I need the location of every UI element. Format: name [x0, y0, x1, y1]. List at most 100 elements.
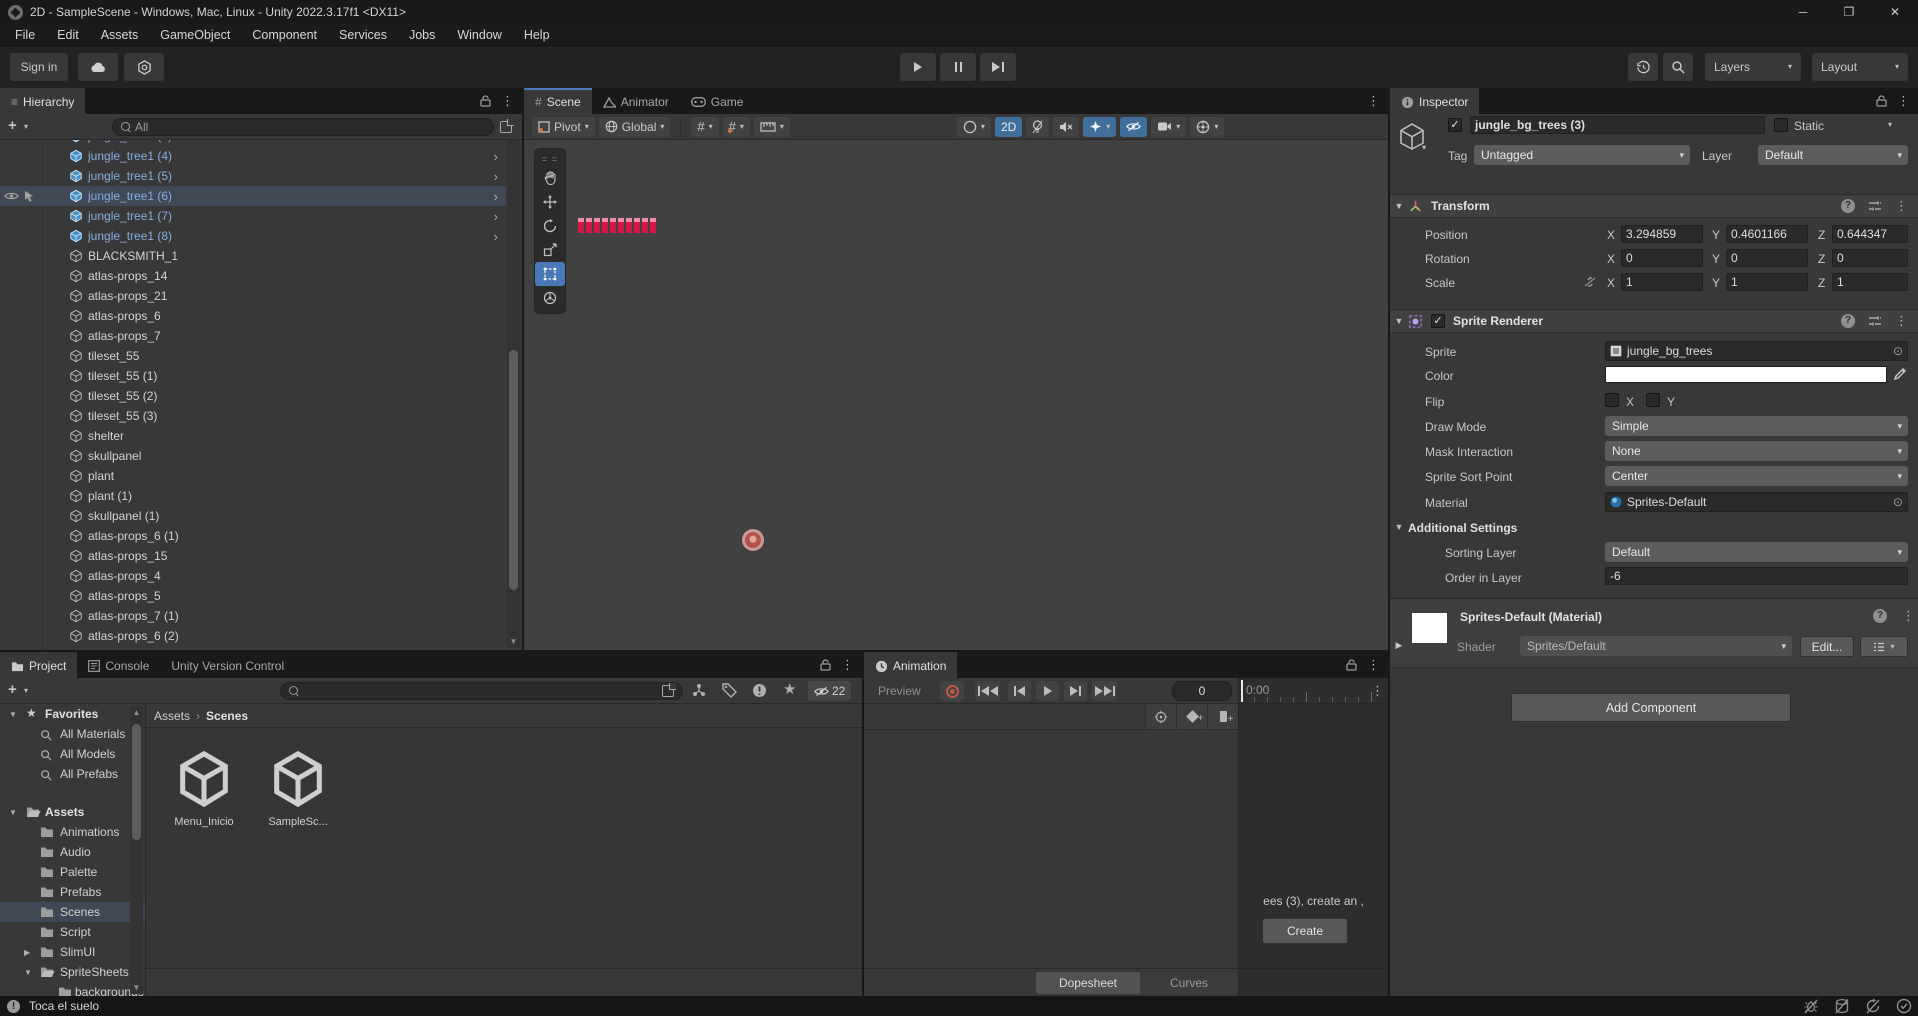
lock-icon[interactable]: [820, 659, 831, 671]
scene-center-gizmo[interactable]: [742, 529, 764, 551]
tab-scene[interactable]: # Scene: [524, 88, 592, 114]
scale-x-input[interactable]: 1: [1621, 273, 1703, 291]
presets-icon[interactable]: [1868, 315, 1882, 327]
pivot-dropdown[interactable]: Pivot▾: [532, 117, 595, 137]
frame-field[interactable]: 0: [1172, 681, 1232, 701]
help-icon[interactable]: ?: [1873, 609, 1887, 623]
gameobject-caret-icon[interactable]: ▾: [1422, 144, 1426, 152]
hierarchy-item[interactable]: atlas-props_4 ›: [0, 566, 506, 586]
hierarchy-item[interactable]: jungle_tree1 (4) ›: [0, 146, 506, 166]
shader-list-dropdown[interactable]: ▾: [1860, 636, 1908, 657]
toggle-2d-button[interactable]: 2D: [995, 117, 1022, 137]
kebab-menu-icon[interactable]: ⋮: [1371, 683, 1384, 699]
material-preview-swatch[interactable]: [1412, 613, 1447, 643]
camera-shading-dropdown[interactable]: ▾: [957, 117, 991, 137]
create-button[interactable]: +: [8, 681, 17, 698]
menu-item[interactable]: Edit: [46, 24, 90, 46]
hierarchy-item[interactable]: tileset_55 (2) ›: [0, 386, 506, 406]
status-bar[interactable]: ! Toca el suelo: [0, 996, 1918, 1016]
layers-dropdown[interactable]: Layers▾: [1705, 53, 1801, 81]
hierarchy-item[interactable]: atlas-props_6 (1) ›: [0, 526, 506, 546]
create-caret-icon[interactable]: ▾: [24, 123, 28, 131]
go-to-end-button[interactable]: [1092, 681, 1117, 701]
go-to-start-button[interactable]: [975, 681, 1000, 701]
step-button[interactable]: [980, 53, 1016, 81]
scroll-down-icon[interactable]: ▼: [130, 983, 143, 992]
hierarchy-item[interactable]: atlas-props_7 (1) ›: [0, 606, 506, 626]
hierarchy-item[interactable]: atlas-props_6 (2) ›: [0, 626, 506, 646]
menu-item[interactable]: Services: [328, 24, 398, 46]
kebab-menu-icon[interactable]: ⋮: [1895, 313, 1908, 329]
hierarchy-item[interactable]: jungle_tree1 (8) ›: [0, 226, 506, 246]
layout-dropdown[interactable]: Layout▾: [1812, 53, 1908, 81]
scene-camera-dropdown[interactable]: ▾: [1151, 117, 1186, 137]
component-enabled-checkbox[interactable]: ✓: [1431, 314, 1445, 328]
scene-audio-button[interactable]: [1053, 117, 1079, 137]
tab-inspector[interactable]: Inspector: [1390, 88, 1479, 114]
curves-toggle[interactable]: Curves: [1140, 972, 1238, 994]
prefab-chevron-icon[interactable]: ›: [494, 149, 498, 164]
sprite-object-field[interactable]: jungle_bg_trees ⊙: [1605, 341, 1908, 361]
tree-item[interactable]: ★ All Materials: [0, 724, 145, 744]
tree-item[interactable]: ★ SpriteSheets: [0, 962, 145, 982]
kebab-menu-icon[interactable]: ⋮: [1897, 93, 1910, 109]
snap-settings-dropdown[interactable]: #▾: [723, 117, 750, 137]
hidden-count-button[interactable]: 22: [808, 681, 851, 701]
grid-visibility-dropdown[interactable]: #▾: [691, 117, 718, 137]
hierarchy-item[interactable]: jungle_tree1 (5) ›: [0, 166, 506, 186]
snap-increment-dropdown[interactable]: ▾: [754, 117, 790, 137]
kebab-menu-icon[interactable]: ⋮: [1902, 608, 1915, 624]
hierarchy-item[interactable]: shelter ›: [0, 426, 506, 446]
favorites-star-icon[interactable]: ★: [783, 680, 796, 698]
create-clip-button[interactable]: Create: [1262, 918, 1348, 944]
rotation-z-input[interactable]: 0: [1832, 249, 1908, 267]
tree-item[interactable]: ★ Palette: [0, 862, 145, 882]
tab-project[interactable]: Project: [0, 652, 77, 678]
color-swatch[interactable]: [1605, 366, 1887, 383]
mask-interaction-dropdown[interactable]: None: [1605, 441, 1908, 461]
flip-x-checkbox[interactable]: [1605, 393, 1619, 407]
kebab-menu-icon[interactable]: ⋮: [1895, 198, 1908, 214]
tab-animation[interactable]: Animation: [864, 652, 957, 678]
menu-item[interactable]: Component: [241, 24, 328, 46]
shader-dropdown[interactable]: Sprites/Default: [1520, 636, 1792, 656]
playhead[interactable]: [1241, 680, 1243, 702]
gameobject-name-input[interactable]: jungle_bg_trees (3): [1470, 116, 1765, 134]
search-window-icon[interactable]: [662, 685, 674, 697]
rotation-y-input[interactable]: 0: [1726, 249, 1808, 267]
hierarchy-item[interactable]: plant (1) ›: [0, 486, 506, 506]
rotation-x-input[interactable]: 0: [1621, 249, 1703, 267]
sprite-renderer-header[interactable]: ▼ ✓ Sprite Renderer ? ⋮: [1390, 309, 1918, 333]
next-frame-button[interactable]: [1064, 681, 1087, 701]
record-button[interactable]: [940, 681, 964, 701]
menu-item[interactable]: Window: [446, 24, 512, 46]
static-caret-icon[interactable]: ▾: [1888, 121, 1892, 129]
tree-item[interactable]: ★ Audio: [0, 842, 145, 862]
view-hand-tool[interactable]: [535, 166, 565, 190]
draw-mode-dropdown[interactable]: Simple: [1605, 416, 1908, 436]
move-tool[interactable]: [535, 190, 565, 214]
hidden-objects-button[interactable]: [1120, 117, 1147, 137]
tag-dropdown[interactable]: Untagged: [1474, 145, 1690, 165]
kebab-menu-icon[interactable]: ⋮: [841, 657, 854, 673]
kebab-menu-icon[interactable]: ⋮: [1367, 657, 1380, 673]
hierarchy-item[interactable]: atlas-props_5 ›: [0, 586, 506, 606]
animation-timeline-area[interactable]: ees (3), create an , Create: [1239, 704, 1388, 968]
refresh-disabled-icon[interactable]: [1865, 998, 1881, 1014]
tab-hierarchy[interactable]: ≡ Hierarchy: [0, 88, 85, 114]
hierarchy-item[interactable]: tileset_55 (1) ›: [0, 366, 506, 386]
project-content-grid[interactable]: Menu_Inicio SampleSc...: [146, 728, 862, 968]
order-in-layer-input[interactable]: -6: [1605, 567, 1908, 585]
play-animation-button[interactable]: [1036, 681, 1059, 701]
scrollbar-thumb[interactable]: [132, 724, 141, 840]
hierarchy-item[interactable]: tileset_55 (3) ›: [0, 406, 506, 426]
debugger-disabled-icon[interactable]: [1803, 998, 1819, 1014]
hierarchy-item[interactable]: tileset_55 ›: [0, 346, 506, 366]
add-component-button[interactable]: Add Component: [1511, 693, 1791, 722]
tree-item[interactable]: ★ All Models: [0, 744, 145, 764]
pause-button[interactable]: [940, 53, 976, 81]
flip-y-checkbox[interactable]: [1646, 393, 1660, 407]
presets-icon[interactable]: [1868, 200, 1882, 212]
tab-console[interactable]: Console: [77, 652, 160, 678]
project-search-input[interactable]: [280, 682, 683, 700]
